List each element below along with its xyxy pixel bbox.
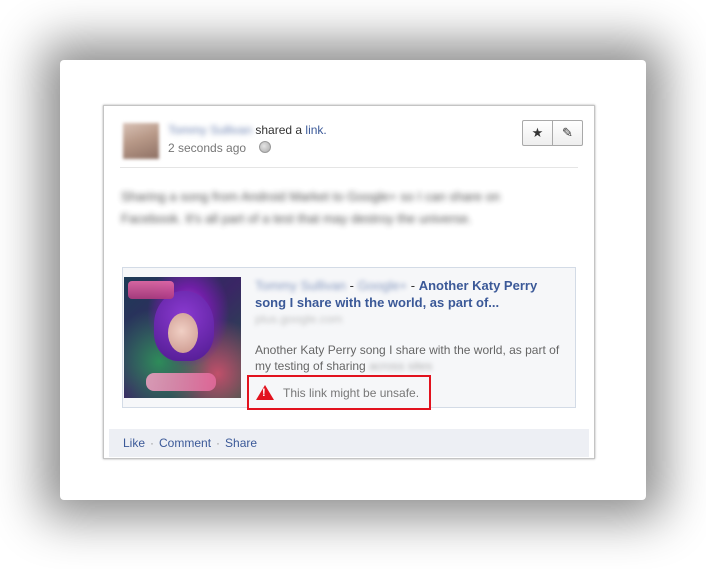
timestamp[interactable]: 2 seconds ago	[168, 141, 246, 155]
cover-face	[168, 313, 198, 353]
avatar[interactable]	[123, 123, 159, 159]
feed-story: Tommy Sullivan shared a link. 2 seconds …	[103, 105, 595, 459]
unsafe-link-warning: This link might be unsafe.	[247, 375, 431, 410]
action-link[interactable]: link.	[305, 123, 326, 137]
attachment-source: Google+	[357, 278, 408, 293]
story-footer: Like · Comment · Share	[109, 429, 589, 457]
footer-separator: ·	[216, 436, 221, 450]
attachment-artist: Tommy Sullivan	[255, 278, 347, 293]
album-cover-image[interactable]	[124, 277, 241, 398]
share-link[interactable]: Share	[225, 436, 257, 450]
attachment-title[interactable]: Tommy Sullivan - Google+ - Another Katy …	[255, 277, 565, 311]
warning-text: This link might be unsafe.	[283, 385, 420, 400]
pencil-icon[interactable]: ✎	[552, 121, 582, 145]
globe-icon[interactable]	[259, 141, 272, 153]
like-link[interactable]: Like	[123, 436, 145, 450]
cover-logo	[128, 281, 174, 299]
attachment-domain: plus.google.com	[255, 312, 343, 326]
story-header: Tommy Sullivan shared a link.	[168, 123, 327, 137]
actor-name[interactable]: Tommy Sullivan	[168, 123, 252, 137]
story-message: Sharing a song from Android Market to Go…	[121, 189, 501, 226]
header-divider	[120, 167, 578, 168]
warning-triangle-icon	[256, 385, 274, 400]
cover-signature	[146, 373, 216, 391]
attachment-description-tail: across sites	[369, 359, 433, 373]
star-icon[interactable]: ★	[523, 121, 552, 145]
comment-link[interactable]: Comment	[159, 436, 211, 450]
story-actions: ★ ✎	[522, 120, 583, 146]
action-text: shared a	[255, 123, 303, 137]
story-meta: 2 seconds ago	[168, 141, 272, 155]
footer-separator: ·	[150, 436, 155, 450]
attachment-description: Another Katy Perry song I share with the…	[255, 342, 560, 374]
link-attachment[interactable]: Tommy Sullivan - Google+ - Another Katy …	[122, 267, 576, 410]
